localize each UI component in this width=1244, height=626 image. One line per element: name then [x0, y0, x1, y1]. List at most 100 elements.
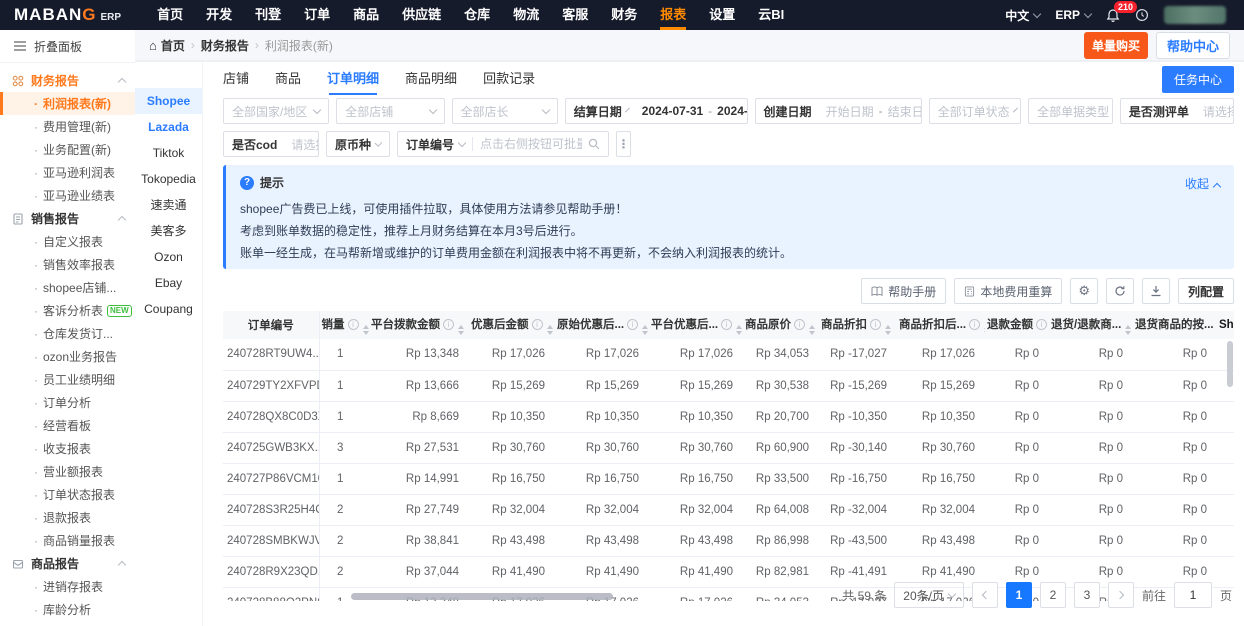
download-button[interactable]: [1142, 278, 1170, 304]
country-filter[interactable]: 全部国家/地区: [223, 98, 329, 124]
sidebar-item-1-5[interactable]: ·ozon业务报告: [0, 345, 135, 368]
sidebar-section-2[interactable]: 商品报告: [0, 552, 135, 575]
refresh-button[interactable]: [1106, 278, 1134, 304]
sidebar-item-1-6[interactable]: ·员工业绩明细: [0, 368, 135, 391]
buy-quota-button[interactable]: 单量购买: [1084, 32, 1148, 59]
sort-icon[interactable]: [458, 325, 464, 335]
shop-filter[interactable]: 全部店铺: [336, 98, 444, 124]
sidebar-item-1-11[interactable]: ·订单状态报表: [0, 483, 135, 506]
tab-3[interactable]: 商品明细: [405, 68, 457, 95]
nav-item-1[interactable]: 开发: [206, 0, 232, 30]
nav-item-9[interactable]: 财务: [611, 0, 637, 30]
platform-速卖通[interactable]: 速卖通: [135, 192, 202, 218]
task-center-button[interactable]: 任务中心: [1162, 66, 1234, 93]
page-button-2[interactable]: 2: [1040, 582, 1066, 608]
platform-coupang[interactable]: Coupang: [135, 296, 202, 322]
review-order-filter[interactable]: 是否测评单请选择: [1120, 98, 1234, 124]
batch-search-more-button[interactable]: ⋮: [616, 131, 631, 157]
settle-end-date[interactable]: 2024-07-31: [717, 104, 747, 118]
tab-4[interactable]: 回款记录: [483, 68, 535, 95]
sort-icon[interactable]: [1125, 325, 1131, 335]
local-recalc-button[interactable]: 本地费用重算: [954, 278, 1062, 304]
col-header-3[interactable]: 优惠后金额i: [469, 311, 555, 339]
platform-lazada[interactable]: Lazada: [135, 114, 202, 140]
col-header-7[interactable]: 商品折扣i: [819, 311, 897, 339]
sidebar-item-1-4[interactable]: ·仓库发货订...: [0, 322, 135, 345]
col-header-1[interactable]: 销量i: [319, 311, 369, 339]
help-manual-button[interactable]: 帮助手册: [861, 278, 946, 304]
nav-item-11[interactable]: 设置: [709, 0, 735, 30]
sidebar-item-1-10[interactable]: ·营业额报表: [0, 460, 135, 483]
platform-美客多[interactable]: 美客多: [135, 218, 202, 244]
col-header-11[interactable]: 退货商品的按...: [1133, 311, 1217, 339]
collapse-panel-toggle[interactable]: 折叠面板: [0, 30, 135, 63]
col-header-12[interactable]: Shopee回扣金额: [1217, 311, 1234, 339]
sort-icon[interactable]: [547, 325, 553, 335]
tab-0[interactable]: 店铺: [223, 68, 249, 95]
col-header-10[interactable]: 退货/退款商...: [1049, 311, 1133, 339]
create-date-filter[interactable]: 创建日期 开始日期-结束日期: [755, 98, 922, 124]
sidebar-item-2-0[interactable]: ·进销存报表: [0, 575, 135, 598]
cod-filter[interactable]: 是否cod请选择: [223, 131, 319, 157]
sidebar-item-0-0[interactable]: ·利润报表(新): [0, 92, 135, 115]
tab-2[interactable]: 订单明细: [327, 68, 379, 95]
col-header-0[interactable]: 订单编号: [223, 311, 319, 339]
tab-1[interactable]: 商品: [275, 68, 301, 95]
next-page-button[interactable]: [1108, 582, 1134, 608]
sort-icon[interactable]: [736, 325, 742, 335]
search-icon[interactable]: [582, 138, 600, 150]
create-end-placeholder[interactable]: 结束日期: [888, 103, 922, 120]
sort-icon[interactable]: [885, 325, 891, 335]
sidebar-item-1-13[interactable]: ·商品销量报表: [0, 529, 135, 552]
sort-icon[interactable]: [809, 325, 815, 335]
col-header-4[interactable]: 原始优惠后...i: [555, 311, 649, 339]
create-start-placeholder[interactable]: 开始日期: [826, 103, 874, 120]
order-no-input[interactable]: [480, 137, 582, 151]
sidebar-item-1-3[interactable]: ·客诉分析表NEW: [0, 299, 135, 322]
sidebar-item-1-12[interactable]: ·退款报表: [0, 506, 135, 529]
nav-item-3[interactable]: 订单: [304, 0, 330, 30]
order-no-search[interactable]: 订单编号: [397, 131, 609, 157]
sort-icon[interactable]: [363, 325, 369, 335]
platform-tiktok[interactable]: Tiktok: [135, 140, 202, 166]
platform-shopee[interactable]: Shopee: [135, 88, 202, 114]
sidebar-section-0[interactable]: 财务报告: [0, 69, 135, 92]
nav-item-0[interactable]: 首页: [157, 0, 183, 30]
sidebar-item-1-0[interactable]: ·自定义报表: [0, 230, 135, 253]
sidebar-item-0-1[interactable]: ·费用管理(新): [0, 115, 135, 138]
sidebar-item-1-8[interactable]: ·经营看板: [0, 414, 135, 437]
column-config-button[interactable]: 列配置: [1178, 278, 1234, 304]
sidebar-item-0-4[interactable]: ·亚马逊业绩表: [0, 184, 135, 207]
col-header-5[interactable]: 平台优惠后...i: [649, 311, 743, 339]
platform-tokopedia[interactable]: Tokopedia: [135, 166, 202, 192]
col-header-8[interactable]: 商品折扣后...i: [897, 311, 985, 339]
collapse-notice-link[interactable]: 收起: [1185, 175, 1220, 192]
shop-manager-filter[interactable]: 全部店长: [452, 98, 558, 124]
horizontal-scrollbar[interactable]: [351, 593, 613, 600]
nav-item-2[interactable]: 刊登: [255, 0, 281, 30]
notification-bell-icon[interactable]: 210: [1106, 8, 1120, 23]
nav-item-4[interactable]: 商品: [353, 0, 379, 30]
page-size-select[interactable]: 20条/页: [894, 582, 964, 608]
sidebar-item-1-9[interactable]: ·收支报表: [0, 437, 135, 460]
order-status-filter[interactable]: 全部订单状态: [929, 98, 1022, 124]
language-switcher[interactable]: 中文: [1005, 7, 1040, 24]
prev-page-button[interactable]: [972, 582, 998, 608]
user-avatar[interactable]: [1164, 6, 1226, 24]
nav-item-10[interactable]: 报表: [660, 0, 686, 30]
sort-icon[interactable]: [984, 325, 985, 335]
sort-icon[interactable]: [642, 325, 648, 335]
sidebar-item-0-3[interactable]: ·亚马逊利润表: [0, 161, 135, 184]
erp-switcher[interactable]: ERP: [1055, 8, 1091, 22]
platform-ebay[interactable]: Ebay: [135, 270, 202, 296]
breadcrumb-home[interactable]: 首页: [161, 37, 185, 54]
nav-item-8[interactable]: 客服: [562, 0, 588, 30]
breadcrumb-finance-report[interactable]: 财务报告: [201, 37, 249, 54]
time-icon[interactable]: [1135, 8, 1149, 22]
settle-date-filter[interactable]: 结算日期 2024-07-31-2024-07-31: [565, 98, 748, 124]
sidebar-item-1-7[interactable]: ·订单分析: [0, 391, 135, 414]
currency-filter[interactable]: 原币种: [326, 131, 390, 157]
sidebar-item-0-2[interactable]: ·业务配置(新): [0, 138, 135, 161]
settings-gear-button[interactable]: ⚙: [1070, 278, 1098, 304]
col-header-6[interactable]: 商品原价i: [743, 311, 819, 339]
